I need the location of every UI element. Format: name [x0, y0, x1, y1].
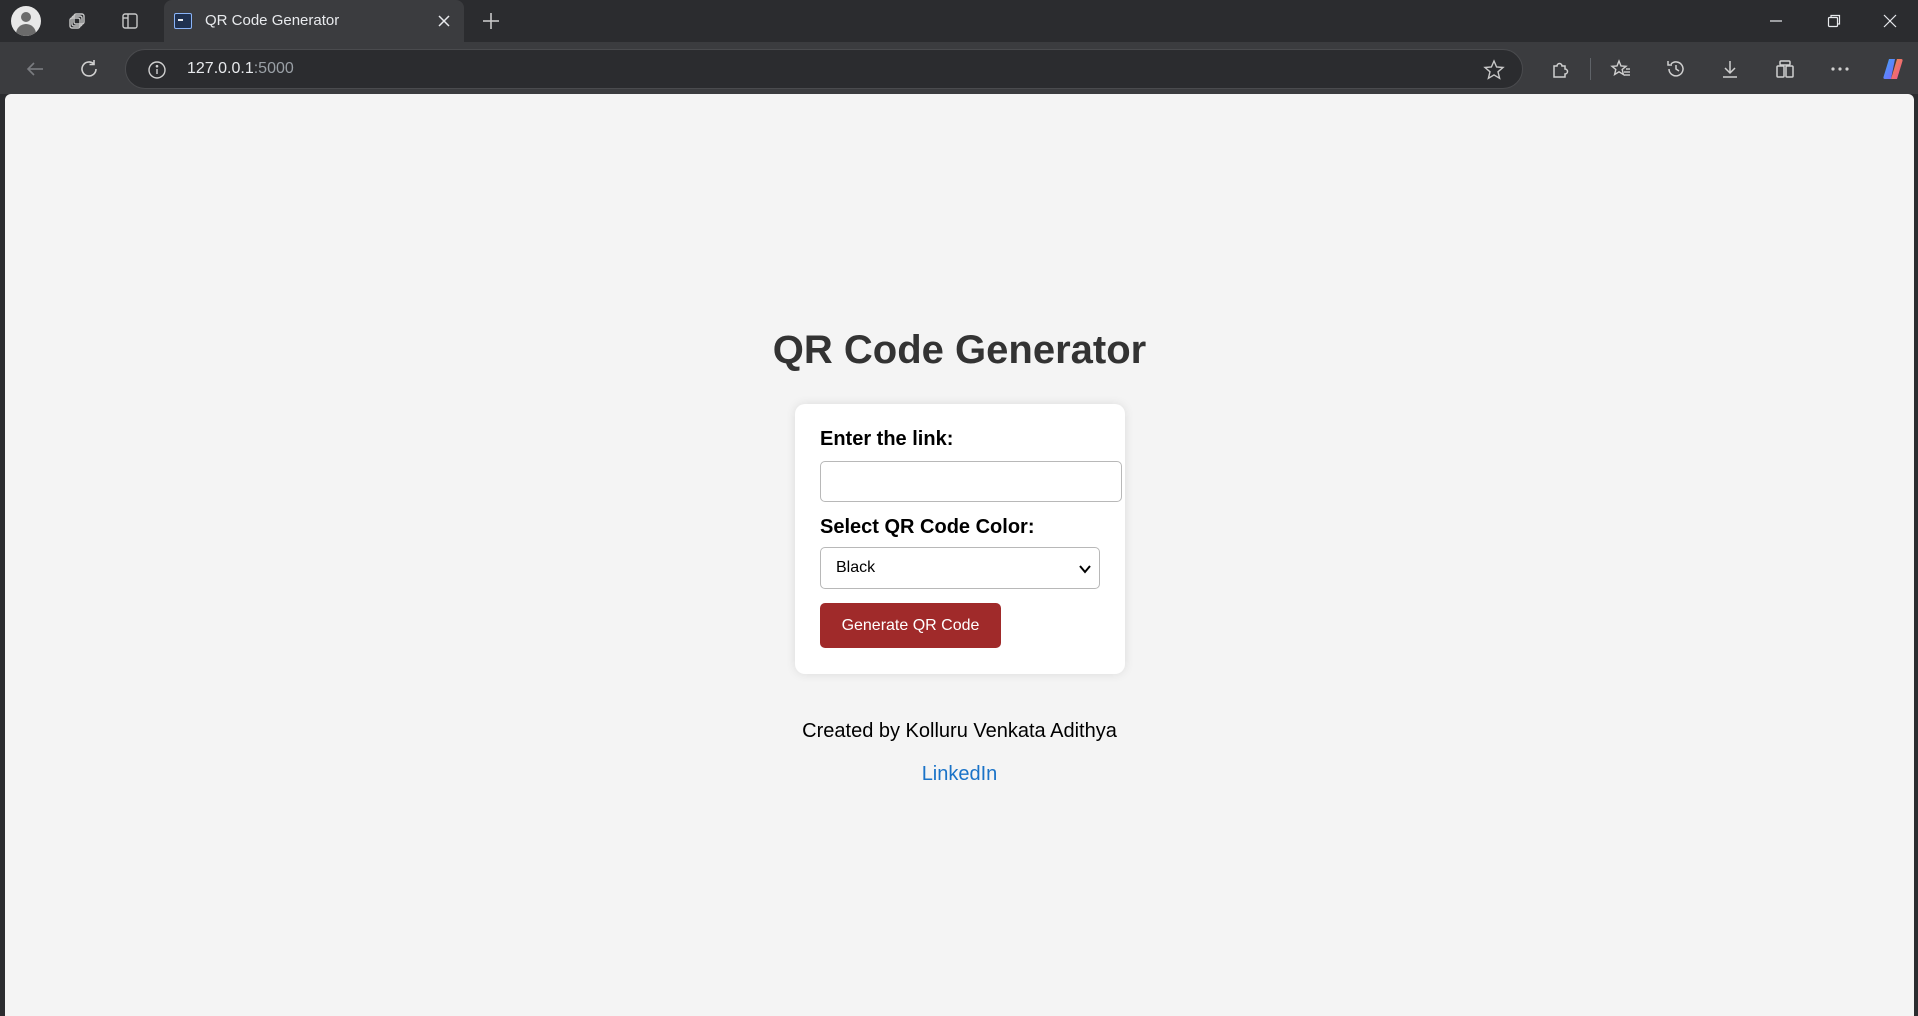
close-icon: [1883, 14, 1897, 28]
workspaces-button[interactable]: [61, 5, 93, 37]
address-bar[interactable]: 127.0.0.1:5000: [125, 49, 1523, 89]
linkedin-link[interactable]: LinkedIn: [922, 763, 998, 785]
vertical-tabs-button[interactable]: [114, 5, 146, 37]
extensions-button[interactable]: [1545, 54, 1575, 84]
tab-title: QR Code Generator: [205, 12, 340, 29]
downloads-button[interactable]: [1715, 54, 1745, 84]
extensions-icon: [1553, 62, 1569, 78]
tab-active[interactable]: QR Code Generator: [164, 0, 464, 42]
back-icon: [26, 62, 43, 76]
copilot-button[interactable]: [1878, 54, 1908, 84]
reload-icon: [81, 60, 97, 77]
favorites-button[interactable]: [1606, 54, 1636, 84]
history-button[interactable]: [1661, 54, 1691, 84]
back-button[interactable]: [18, 52, 52, 86]
title-bar: QR Code Generator: [0, 0, 1918, 42]
chevron-down-icon: [1079, 565, 1091, 574]
color-select[interactable]: Black: [820, 547, 1100, 589]
favorites-icon: [1610, 59, 1630, 76]
browser-toolbar: 127.0.0.1:5000: [0, 42, 1918, 94]
color-select-value: Black: [836, 559, 876, 576]
more-icon: [1831, 67, 1849, 71]
profile-button[interactable]: [10, 5, 42, 37]
link-input[interactable]: [820, 461, 1122, 502]
window-close-button[interactable]: [1862, 0, 1918, 42]
reload-button[interactable]: [72, 52, 106, 86]
url-port: :5000: [253, 60, 294, 77]
collections-button[interactable]: [1770, 54, 1800, 84]
minimize-button[interactable]: [1748, 0, 1804, 42]
workspaces-icon: [69, 13, 85, 29]
star-icon[interactable]: [1482, 58, 1506, 82]
page-favicon: [174, 13, 192, 29]
generate-qr-button[interactable]: Generate QR Code: [820, 603, 1001, 648]
copilot-icon: [1883, 59, 1903, 79]
download-icon: [1723, 61, 1737, 78]
restore-icon: [1827, 14, 1841, 28]
minimize-icon: [1770, 20, 1782, 22]
restore-button[interactable]: [1806, 0, 1862, 42]
new-tab-button[interactable]: [474, 5, 508, 37]
page-viewport: QR Code Generator Enter the link: Select…: [5, 94, 1914, 1016]
info-icon[interactable]: [146, 59, 168, 81]
tab-close-button[interactable]: [434, 11, 454, 31]
qr-form-card: Enter the link: Select QR Code Color: Bl…: [795, 404, 1125, 674]
url-host: 127.0.0.1: [187, 60, 254, 77]
plus-icon: [483, 13, 499, 29]
link-label: Enter the link:: [820, 428, 954, 450]
color-label: Select QR Code Color:: [820, 516, 1035, 538]
page-title: QR Code Generator: [772, 328, 1147, 372]
close-icon: [438, 15, 450, 27]
history-icon: [1667, 61, 1684, 77]
more-button[interactable]: [1825, 54, 1855, 84]
profile-icon: [11, 6, 41, 36]
collections-icon: [1776, 60, 1794, 78]
toolbar-divider: [1590, 58, 1591, 80]
url-text[interactable]: 127.0.0.1:5000: [187, 60, 294, 78]
vertical-tabs-icon: [122, 13, 138, 29]
footer-credit: Created by Kolluru Venkata Adithya: [802, 720, 1117, 742]
